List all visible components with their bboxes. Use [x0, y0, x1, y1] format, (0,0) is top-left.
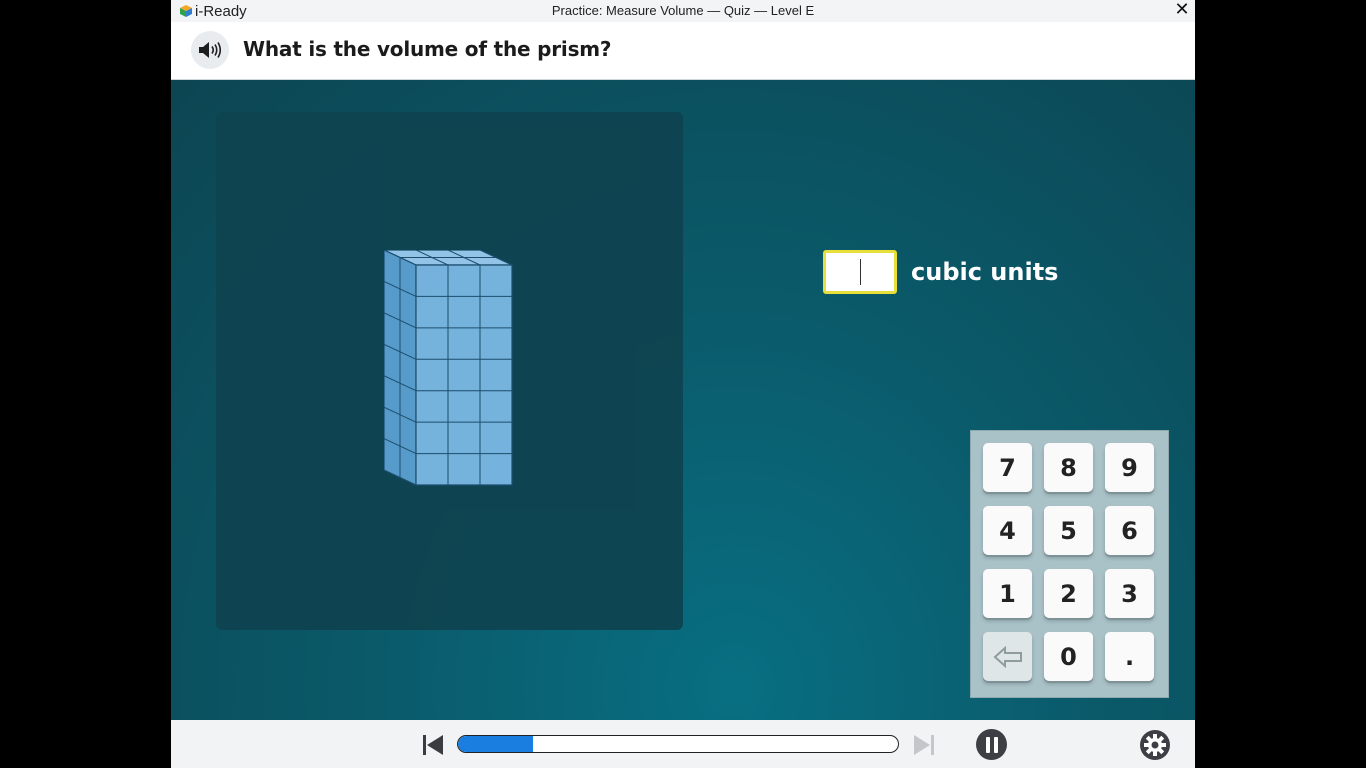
question-stage: cubic units 789 456 1230. — [171, 80, 1195, 720]
skip-back-icon — [423, 735, 443, 755]
gear-icon — [1140, 730, 1170, 760]
progress-bar — [457, 735, 899, 753]
rectangular-prism-figure — [384, 250, 513, 486]
next-button — [912, 733, 936, 761]
text-caret — [860, 259, 861, 285]
key-5[interactable]: 5 — [1044, 506, 1093, 555]
key-7[interactable]: 7 — [983, 443, 1032, 492]
bottom-nav-bar — [171, 720, 1195, 768]
number-keypad: 789 456 1230. — [970, 430, 1169, 698]
previous-button[interactable] — [421, 733, 445, 761]
prism-front-face — [415, 264, 513, 486]
key-9[interactable]: 9 — [1105, 443, 1154, 492]
key-2[interactable]: 2 — [1044, 569, 1093, 618]
key-0[interactable]: 0 — [1044, 632, 1093, 681]
figure-panel — [216, 112, 683, 630]
close-button[interactable]: ✕ — [1173, 0, 1191, 20]
speaker-icon — [199, 42, 222, 58]
key-1[interactable]: 1 — [983, 569, 1032, 618]
question-bar: What is the volume of the prism? — [171, 22, 1195, 80]
title-bar: i-Ready Practice: Measure Volume — Quiz … — [171, 0, 1195, 23]
question-text: What is the volume of the prism? — [243, 37, 612, 61]
backspace-arrow-icon — [993, 645, 1022, 668]
key-3[interactable]: 3 — [1105, 569, 1154, 618]
answer-input[interactable] — [823, 250, 897, 294]
key-4[interactable]: 4 — [983, 506, 1032, 555]
key-6[interactable]: 6 — [1105, 506, 1154, 555]
app-window: i-Ready Practice: Measure Volume — Quiz … — [171, 0, 1195, 768]
window-title: Practice: Measure Volume — Quiz — Level … — [551, 3, 815, 18]
answer-row: cubic units — [823, 250, 1058, 294]
unit-label: cubic units — [911, 258, 1059, 286]
key-8[interactable]: 8 — [1044, 443, 1093, 492]
pause-icon — [985, 736, 998, 753]
progress-fill — [458, 736, 533, 752]
key-decimal[interactable]: . — [1105, 632, 1154, 681]
settings-button[interactable] — [1139, 729, 1171, 765]
skip-forward-icon — [914, 735, 934, 755]
audio-button[interactable] — [191, 31, 229, 69]
key-backspace[interactable] — [983, 632, 1032, 681]
pause-button[interactable] — [976, 729, 1007, 760]
